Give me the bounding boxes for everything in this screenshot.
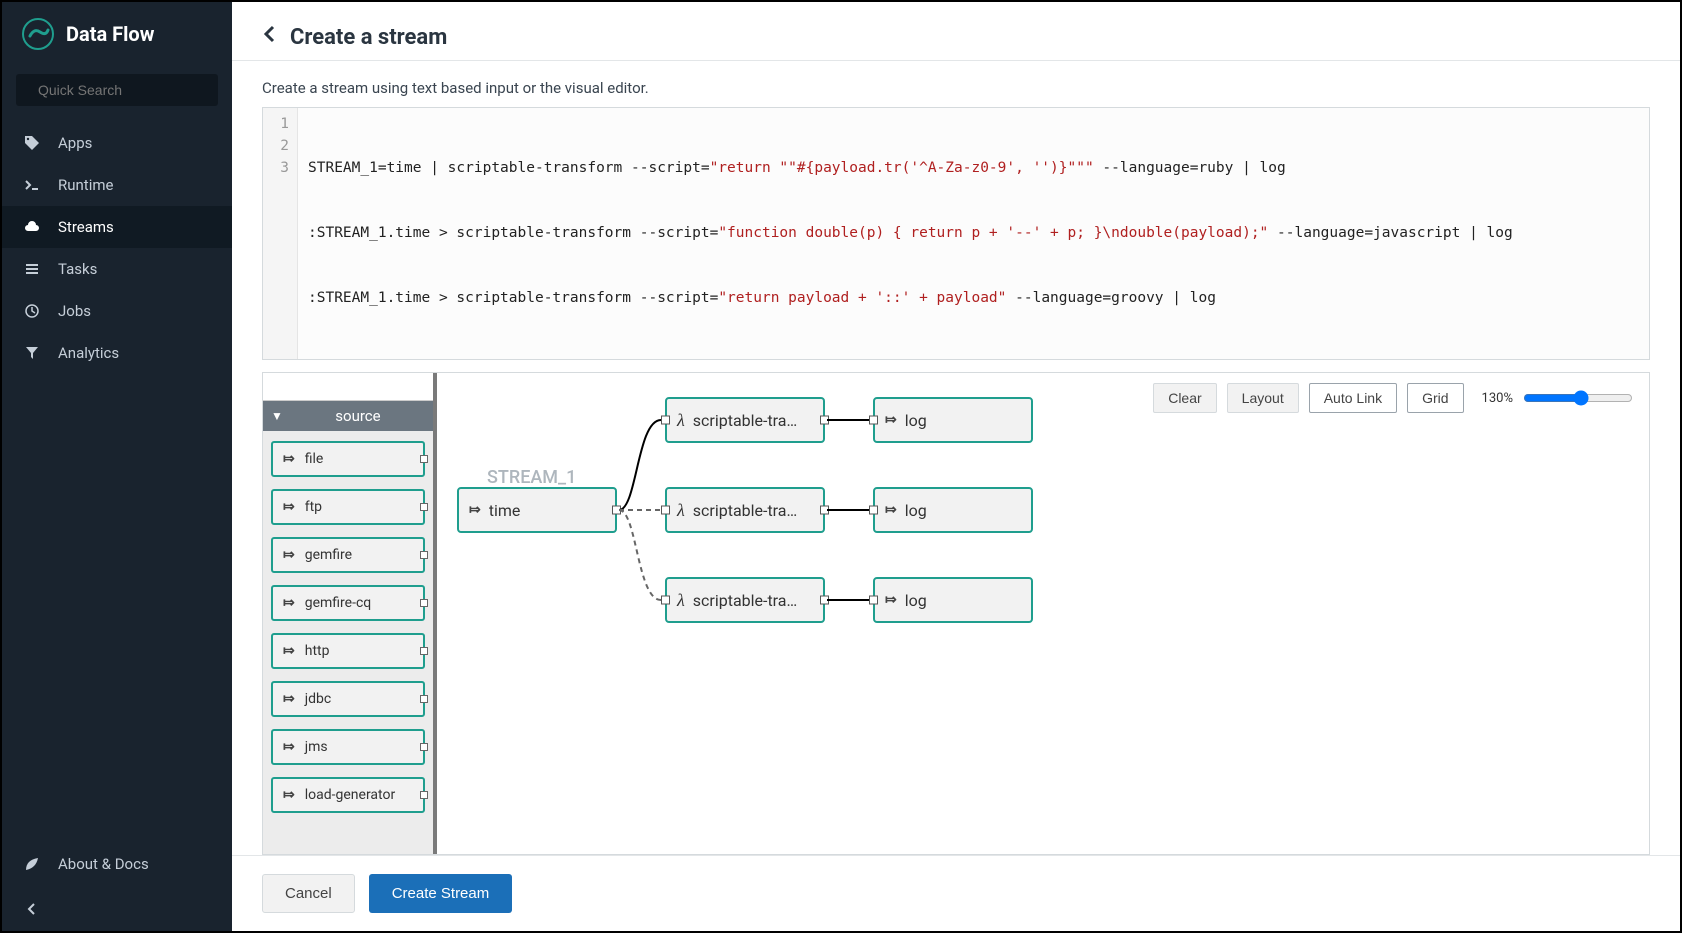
nav-label: Tasks [58, 260, 97, 278]
prompt-icon [24, 177, 40, 193]
palette-item-load-generator[interactable]: ⤇load-generator [271, 777, 425, 813]
palette-item-http[interactable]: ⤇http [271, 633, 425, 669]
footer-bar: Cancel Create Stream [232, 855, 1680, 931]
funnel-icon [24, 345, 40, 361]
nav-label: About & Docs [58, 855, 149, 873]
port-in[interactable] [869, 416, 878, 425]
palette-item-jms[interactable]: ⤇jms [271, 729, 425, 765]
visual-editor: ▼ source ⤇file ⤇ftp ⤇gemfire ⤇gemfire-cq… [262, 372, 1650, 855]
palette-filter-input[interactable] [263, 373, 433, 401]
zoom-slider[interactable] [1523, 390, 1633, 406]
lambda-icon: λ [677, 500, 685, 521]
list-icon [24, 261, 40, 277]
node-transform-3[interactable]: λ scriptable-tra… [665, 577, 825, 623]
grid-button[interactable]: Grid [1407, 383, 1463, 413]
nav-item-streams[interactable]: Streams [2, 206, 232, 248]
nav-item-runtime[interactable]: Runtime [2, 164, 232, 206]
nav-label: Runtime [58, 176, 113, 194]
canvas[interactable]: Clear Layout Auto Link Grid 130% STREAM_… [437, 373, 1649, 854]
port-out[interactable] [820, 506, 829, 515]
tag-icon [24, 135, 40, 151]
source-icon: ⤇ [283, 547, 295, 563]
palette-item-ftp[interactable]: ⤇ftp [271, 489, 425, 525]
palette-header-source[interactable]: ▼ source [263, 401, 433, 431]
node-transform-2[interactable]: λ scriptable-tra… [665, 487, 825, 533]
nav-item-jobs[interactable]: Jobs [2, 290, 232, 332]
quick-search[interactable] [16, 74, 218, 106]
sidebar-collapse[interactable] [2, 887, 232, 931]
chevron-left-icon [24, 901, 40, 917]
palette-items: ⤇file ⤇ftp ⤇gemfire ⤇gemfire-cq ⤇http ⤇j… [263, 431, 433, 823]
cancel-button[interactable]: Cancel [262, 874, 355, 913]
source-icon: ⤇ [283, 451, 295, 467]
search-input[interactable] [38, 82, 219, 98]
node-time[interactable]: ⤇ time [457, 487, 617, 533]
clear-button[interactable]: Clear [1153, 383, 1216, 413]
code-editor[interactable]: 1 2 3 STREAM_1=time | scriptable-transfo… [262, 107, 1650, 360]
page-header: Create a stream [232, 2, 1680, 61]
port-in[interactable] [869, 506, 878, 515]
nav-label: Apps [58, 134, 92, 152]
node-log-2[interactable]: ⤇ log [873, 487, 1033, 533]
sink-icon: ⤇ [885, 412, 897, 428]
port-in[interactable] [661, 506, 670, 515]
palette-pane: ▼ source ⤇file ⤇ftp ⤇gemfire ⤇gemfire-cq… [263, 373, 437, 854]
page-title: Create a stream [290, 25, 447, 50]
nav-label: Streams [58, 218, 114, 236]
source-icon: ⤇ [283, 499, 295, 515]
nav-item-about[interactable]: About & Docs [2, 841, 232, 887]
source-icon: ⤇ [283, 787, 295, 803]
source-icon: ⤇ [283, 739, 295, 755]
palette-item-file[interactable]: ⤇file [271, 441, 425, 477]
sink-icon: ⤇ [885, 502, 897, 518]
source-icon: ⤇ [283, 595, 295, 611]
port-in[interactable] [661, 416, 670, 425]
layout-button[interactable]: Layout [1227, 383, 1299, 413]
nav-label: Analytics [58, 344, 119, 362]
autolink-button[interactable]: Auto Link [1309, 383, 1397, 413]
sidebar-footer: About & Docs [2, 841, 232, 931]
node-log-1[interactable]: ⤇ log [873, 397, 1033, 443]
sink-icon: ⤇ [885, 592, 897, 608]
node-log-3[interactable]: ⤇ log [873, 577, 1033, 623]
palette-item-jdbc[interactable]: ⤇jdbc [271, 681, 425, 717]
back-button[interactable] [262, 24, 276, 50]
nav-item-apps[interactable]: Apps [2, 122, 232, 164]
port-out[interactable] [820, 596, 829, 605]
sidebar-header: Data Flow [2, 2, 232, 66]
chevron-down-icon: ▼ [271, 409, 283, 423]
source-icon: ⤇ [283, 691, 295, 707]
lambda-icon: λ [677, 410, 685, 431]
canvas-toolbar: Clear Layout Auto Link Grid 130% [1153, 383, 1633, 413]
code-gutter: 1 2 3 [263, 108, 298, 359]
nav-item-analytics[interactable]: Analytics [2, 332, 232, 374]
source-icon: ⤇ [283, 643, 295, 659]
palette-item-gemfire-cq[interactable]: ⤇gemfire-cq [271, 585, 425, 621]
app-logo-icon [22, 18, 54, 50]
leaf-icon [24, 856, 40, 872]
page-subtitle: Create a stream using text based input o… [232, 61, 1680, 107]
sidebar: Data Flow Apps Runtime Streams [2, 2, 232, 931]
main-content: Create a stream Create a stream using te… [232, 2, 1680, 931]
clock-icon [24, 303, 40, 319]
port-in[interactable] [661, 596, 670, 605]
lambda-icon: λ [677, 590, 685, 611]
nav-item-tasks[interactable]: Tasks [2, 248, 232, 290]
port-out[interactable] [612, 506, 621, 515]
palette-item-gemfire[interactable]: ⤇gemfire [271, 537, 425, 573]
code-lines[interactable]: STREAM_1=time | scriptable-transform --s… [298, 108, 1523, 359]
nav-list: Apps Runtime Streams Tasks Jobs [2, 122, 232, 374]
port-in[interactable] [869, 596, 878, 605]
port-out[interactable] [820, 416, 829, 425]
zoom-label: 130% [1482, 391, 1513, 406]
node-transform-1[interactable]: λ scriptable-tra… [665, 397, 825, 443]
create-stream-button[interactable]: Create Stream [369, 874, 513, 913]
source-icon: ⤇ [469, 502, 481, 518]
stream-name-label: STREAM_1 [487, 467, 576, 488]
nav-label: Jobs [58, 302, 91, 320]
app-title: Data Flow [66, 22, 154, 46]
cloud-icon [24, 219, 40, 235]
